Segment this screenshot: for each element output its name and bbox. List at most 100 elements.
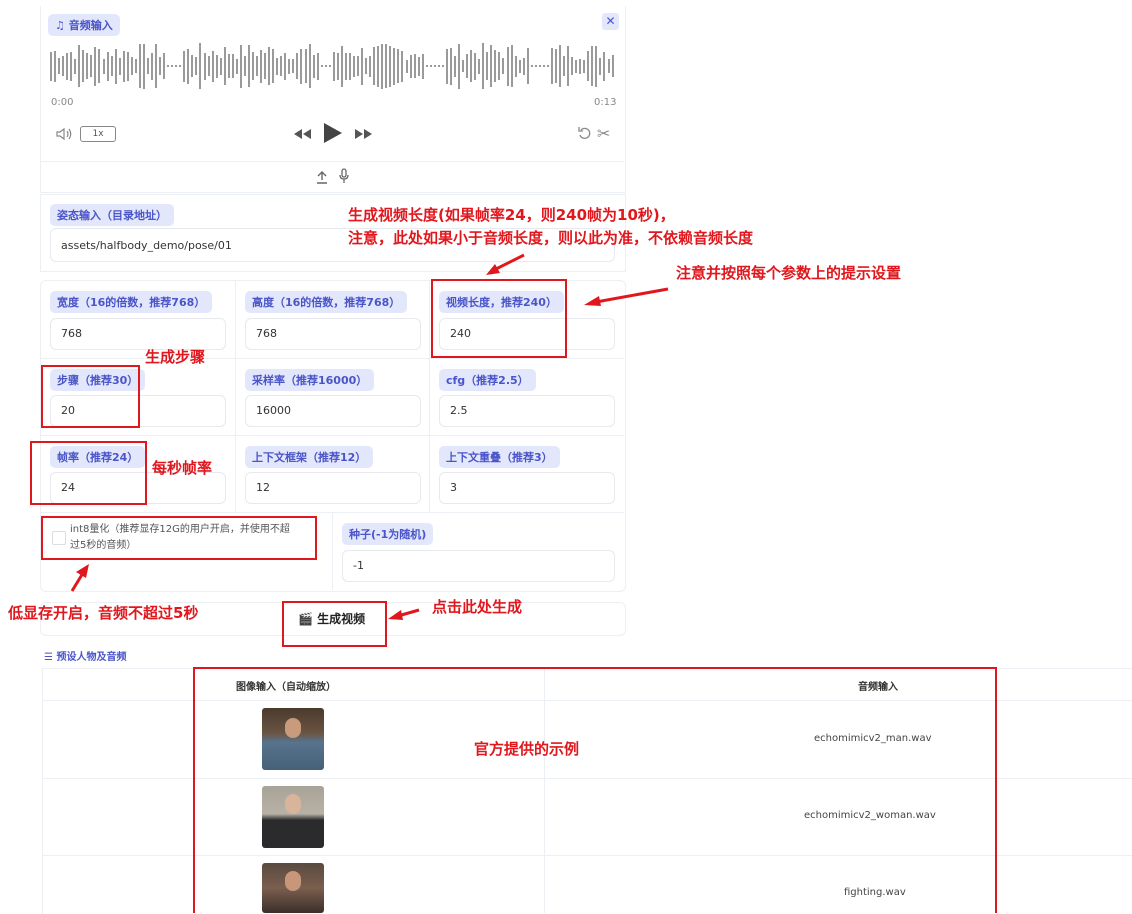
waveform-bar <box>163 53 166 79</box>
waveform-bar <box>138 44 141 88</box>
waveform-bar <box>559 45 562 87</box>
waveform-bar <box>146 58 149 74</box>
waveform-bar <box>122 50 125 82</box>
waveform-bar <box>296 53 299 79</box>
waveform-bar <box>401 50 404 82</box>
waveform-bar <box>526 48 529 84</box>
cfg-label: cfg（推荐2.5） <box>439 369 536 391</box>
divider <box>40 161 624 162</box>
rewind-icon[interactable] <box>292 126 312 145</box>
waveform-bar <box>470 50 473 82</box>
waveform-bar <box>316 52 319 80</box>
waveform-bar <box>373 47 376 85</box>
waveform-bar <box>353 55 355 77</box>
waveform-bar <box>429 65 432 67</box>
waveform-bar <box>328 65 331 67</box>
waveform-bar <box>134 59 137 73</box>
fast-forward-icon[interactable] <box>354 126 374 145</box>
grid-line <box>235 280 236 512</box>
waveform-bar <box>114 48 117 84</box>
waveform-bar <box>405 59 408 73</box>
waveform-bar <box>130 57 133 75</box>
waveform-bar <box>433 65 436 67</box>
waveform-bar <box>252 52 254 80</box>
waveform-bar <box>183 50 186 82</box>
waveform-bar <box>357 56 360 76</box>
upload-icon[interactable] <box>316 169 328 188</box>
waveform-bar <box>179 65 182 67</box>
height-input[interactable]: 768 <box>245 318 421 350</box>
audio-panel <box>40 6 626 193</box>
playback-speed-button[interactable]: 1x <box>80 126 116 142</box>
annotation-steps: 生成步骤 <box>145 348 206 366</box>
waveform-bar <box>312 54 315 78</box>
undo-icon[interactable] <box>577 125 593 145</box>
sample-rate-input[interactable]: 16000 <box>245 395 421 427</box>
waveform-bar <box>340 45 343 87</box>
waveform-bar <box>409 54 412 78</box>
waveform-bar <box>478 58 481 74</box>
audio-waveform[interactable] <box>50 42 616 90</box>
waveform-bar <box>300 48 303 84</box>
waveform-bar <box>445 48 448 84</box>
waveform-bar <box>102 58 105 74</box>
waveform-bar <box>571 57 574 75</box>
width-label: 宽度（16的倍数，推荐768） <box>50 291 213 313</box>
context-frames-input[interactable]: 12 <box>245 472 421 504</box>
annotation-length-note: 生成视频长度(如果帧率24，则240帧为10秒)， 注意，此处如果小于音频长度，… <box>348 206 754 247</box>
waveform-bar <box>280 56 283 76</box>
waveform-bar <box>98 49 101 83</box>
grid-line <box>429 280 430 512</box>
waveform-bar <box>462 60 465 72</box>
waveform-bar <box>583 59 586 73</box>
waveform-bar <box>243 56 246 76</box>
waveform-bar <box>425 65 428 67</box>
waveform-bar <box>502 58 505 74</box>
waveform-bar <box>458 43 461 89</box>
waveform-bar <box>563 56 566 76</box>
waveform-bar <box>506 46 509 86</box>
arrow-icon <box>70 564 89 592</box>
waveform-bar <box>276 57 279 75</box>
context-overlap-input[interactable]: 3 <box>439 472 615 504</box>
waveform-bar <box>235 58 238 74</box>
waveform-bar <box>575 59 578 73</box>
waveform-bar <box>78 45 81 87</box>
microphone-icon[interactable] <box>338 168 350 188</box>
highlight-box-fps <box>30 441 147 505</box>
scissors-icon[interactable]: ✂ <box>597 124 610 143</box>
waveform-bar <box>58 58 61 74</box>
play-icon[interactable] <box>322 121 344 149</box>
waveform-bar <box>474 52 477 80</box>
close-icon[interactable]: ✕ <box>602 13 619 30</box>
waveform-bar <box>187 48 190 84</box>
seed-label: 种子(-1为随机) <box>342 523 434 545</box>
cfg-input[interactable]: 2.5 <box>439 395 615 427</box>
waveform-bar <box>70 51 73 81</box>
waveform-bar <box>542 65 545 67</box>
highlight-box-steps <box>41 365 140 428</box>
waveform-bar <box>421 53 424 79</box>
waveform-bar <box>239 44 242 88</box>
waveform-bar <box>175 65 178 67</box>
volume-icon[interactable] <box>56 126 72 145</box>
waveform-bar <box>50 51 52 81</box>
waveform-bar <box>110 56 113 76</box>
waveform-bar <box>94 46 97 86</box>
sample-rate-label: 采样率（推荐16000） <box>245 369 375 391</box>
list-icon: ☰ <box>44 652 57 663</box>
waveform-bar <box>498 52 501 80</box>
waveform-bar <box>385 44 388 88</box>
grid-line <box>40 358 624 359</box>
waveform-bar <box>324 65 327 67</box>
waveform-bar <box>199 43 202 89</box>
waveform-bar <box>74 58 77 74</box>
waveform-bar <box>82 50 85 82</box>
seed-input[interactable]: -1 <box>342 550 615 582</box>
waveform-bar <box>522 57 525 75</box>
waveform-bar <box>54 50 57 82</box>
waveform-bar <box>579 58 582 74</box>
waveform-bar <box>268 47 271 85</box>
waveform-bar <box>151 52 153 80</box>
arrow-icon <box>486 253 525 275</box>
